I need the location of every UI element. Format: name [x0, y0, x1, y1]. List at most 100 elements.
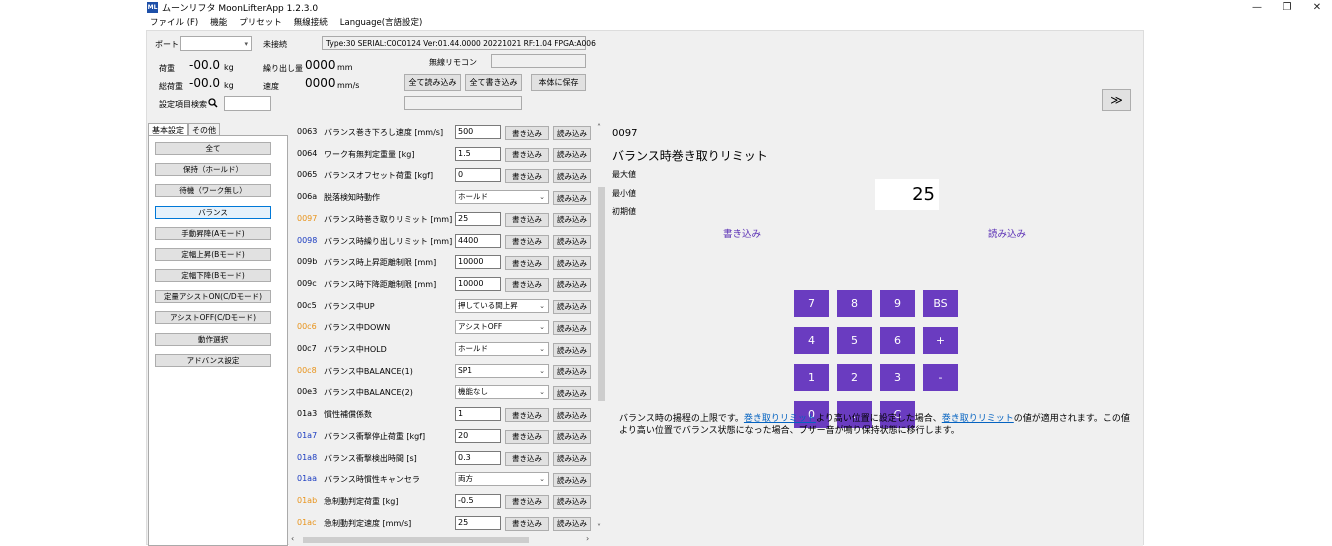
keypad-key[interactable]: 7 — [794, 290, 829, 317]
keypad-key[interactable]: 5 — [837, 327, 872, 354]
param-input[interactable]: 10000 — [455, 276, 501, 291]
param-read-button[interactable]: 読み込み — [553, 451, 591, 466]
param-select[interactable]: アシストOFF ⌄ — [455, 320, 549, 335]
param-input[interactable]: 0.3 — [455, 450, 501, 465]
param-input[interactable]: 1.5 — [455, 146, 501, 161]
keypad-key[interactable]: 2 — [837, 364, 872, 391]
hscroll-thumb[interactable] — [303, 537, 529, 543]
category-operation-select[interactable]: 動作選択 — [155, 333, 271, 346]
param-write-button[interactable]: 書き込み — [505, 494, 549, 509]
scroll-thumb[interactable] — [598, 187, 605, 401]
param-write-button[interactable]: 書き込み — [505, 147, 549, 162]
param-write-button[interactable]: 書き込み — [505, 126, 549, 140]
param-input[interactable]: 500 — [455, 125, 501, 139]
category-standby[interactable]: 待機（ワーク無し） — [155, 184, 271, 197]
expand-button[interactable]: ≫ — [1102, 89, 1131, 111]
category-all[interactable]: 全て — [155, 142, 271, 155]
param-read-button[interactable]: 読み込み — [553, 126, 591, 140]
param-select[interactable]: ホールド ⌄ — [455, 342, 549, 356]
menu-language[interactable]: Language(言語設定) — [340, 16, 423, 30]
param-write-button[interactable]: 書き込み — [505, 451, 549, 466]
keypad-key[interactable]: 9 — [880, 290, 915, 317]
param-read-button[interactable]: 読み込み — [553, 277, 591, 292]
param-read-button[interactable]: 読み込み — [553, 343, 591, 357]
param-read-button[interactable]: 読み込み — [553, 234, 591, 249]
param-write-button[interactable]: 書き込み — [505, 516, 549, 531]
detail-read-button[interactable]: 読み込み — [988, 226, 1026, 240]
param-read-button[interactable]: 読み込み — [553, 212, 591, 227]
keypad-key[interactable]: BS — [923, 290, 958, 317]
search-input[interactable] — [224, 96, 271, 111]
menu-function[interactable]: 機能 — [210, 16, 227, 30]
param-read-button[interactable]: 読み込み — [553, 256, 591, 271]
param-read-button[interactable]: 読み込み — [553, 386, 591, 401]
category-fixed-down[interactable]: 定幅下降(Bモード) — [155, 269, 271, 282]
param-input[interactable]: 1 — [455, 407, 501, 422]
param-input[interactable]: -0.5 — [455, 493, 501, 508]
category-assist-off[interactable]: アシストOFF(C/Dモード) — [155, 311, 271, 324]
parameter-list-scrollbar[interactable]: ˄ ˅ — [595, 123, 607, 535]
scroll-up-icon[interactable]: ˄ — [597, 123, 601, 132]
keypad-key[interactable]: 6 — [880, 327, 915, 354]
keypad-key[interactable]: + — [923, 327, 958, 354]
param-write-button[interactable]: 書き込み — [505, 234, 549, 249]
menu-wireless[interactable]: 無線接続 — [294, 16, 328, 30]
menu-preset[interactable]: プリセット — [239, 16, 282, 30]
param-input[interactable]: 25 — [455, 515, 501, 530]
scroll-left-icon[interactable]: ‹ — [291, 534, 294, 543]
param-write-button[interactable]: 書き込み — [505, 256, 549, 271]
param-input[interactable]: 25 — [455, 211, 501, 226]
param-read-button[interactable]: 読み込み — [553, 429, 591, 444]
category-manual-lift[interactable]: 手動昇降(Aモード) — [155, 227, 271, 240]
description-link[interactable]: 巻き取りリミット — [744, 414, 816, 424]
category-balance[interactable]: バランス — [155, 206, 271, 219]
param-input[interactable]: 4400 — [455, 233, 501, 248]
category-hold[interactable]: 保持（ホールド） — [155, 163, 271, 176]
param-input[interactable]: 10000 — [455, 255, 501, 270]
param-read-button[interactable]: 読み込み — [553, 321, 591, 336]
detail-value-display[interactable]: 25 — [875, 179, 939, 210]
param-select[interactable]: SP1 ⌄ — [455, 363, 549, 378]
detail-write-button[interactable]: 書き込み — [723, 226, 761, 240]
read-all-button[interactable]: 全て読み込み — [404, 74, 461, 91]
description-link[interactable]: 巻き取りリミット — [942, 414, 1014, 424]
keypad-key[interactable]: 4 — [794, 327, 829, 354]
param-input[interactable]: 20 — [455, 428, 501, 443]
param-write-button[interactable]: 書き込み — [505, 169, 549, 184]
minimize-icon[interactable]: — — [1242, 0, 1272, 15]
category-fixed-up[interactable]: 定幅上昇(Bモード) — [155, 248, 271, 261]
keypad-key[interactable]: 1 — [794, 364, 829, 391]
param-input[interactable]: 0 — [455, 168, 501, 183]
parameter-list-hscrollbar[interactable]: ‹ › — [289, 534, 595, 546]
param-read-button[interactable]: 読み込み — [553, 364, 591, 379]
keypad-key[interactable]: 3 — [880, 364, 915, 391]
menu-file[interactable]: ファイル (F) — [150, 16, 198, 30]
param-write-button[interactable]: 書き込み — [505, 429, 549, 444]
param-read-button[interactable]: 読み込み — [553, 169, 591, 184]
param-read-button[interactable]: 読み込み — [553, 473, 591, 488]
param-select[interactable]: 押している間上昇 ⌄ — [455, 298, 549, 313]
scroll-right-icon[interactable]: › — [586, 534, 589, 543]
param-read-button[interactable]: 読み込み — [553, 147, 591, 162]
write-all-button[interactable]: 全て書き込み — [465, 74, 522, 91]
category-advanced[interactable]: アドバンス設定 — [155, 354, 271, 367]
close-icon[interactable]: ✕ — [1302, 0, 1332, 15]
maximize-icon[interactable]: ❐ — [1272, 0, 1302, 15]
save-to-device-button[interactable]: 本体に保存 — [531, 74, 586, 91]
param-write-button[interactable]: 書き込み — [505, 408, 549, 423]
category-assist-on[interactable]: 定量アシストON(C/Dモード) — [155, 290, 271, 303]
param-write-button[interactable]: 書き込み — [505, 212, 549, 227]
param-read-button[interactable]: 読み込み — [553, 299, 591, 314]
param-select[interactable]: 機能なし ⌄ — [455, 385, 549, 400]
port-select[interactable]: ▾ — [180, 36, 252, 51]
param-read-button[interactable]: 読み込み — [553, 494, 591, 509]
keypad-key[interactable]: - — [923, 364, 958, 391]
param-read-button[interactable]: 読み込み — [553, 191, 591, 206]
scroll-down-icon[interactable]: ˅ — [597, 523, 601, 532]
param-write-button[interactable]: 書き込み — [505, 277, 549, 292]
param-read-button[interactable]: 読み込み — [553, 516, 591, 531]
keypad-key[interactable]: 8 — [837, 290, 872, 317]
param-select[interactable]: 両方 ⌄ — [455, 472, 549, 487]
param-select[interactable]: ホールド ⌄ — [455, 190, 549, 205]
param-read-button[interactable]: 読み込み — [553, 408, 591, 423]
